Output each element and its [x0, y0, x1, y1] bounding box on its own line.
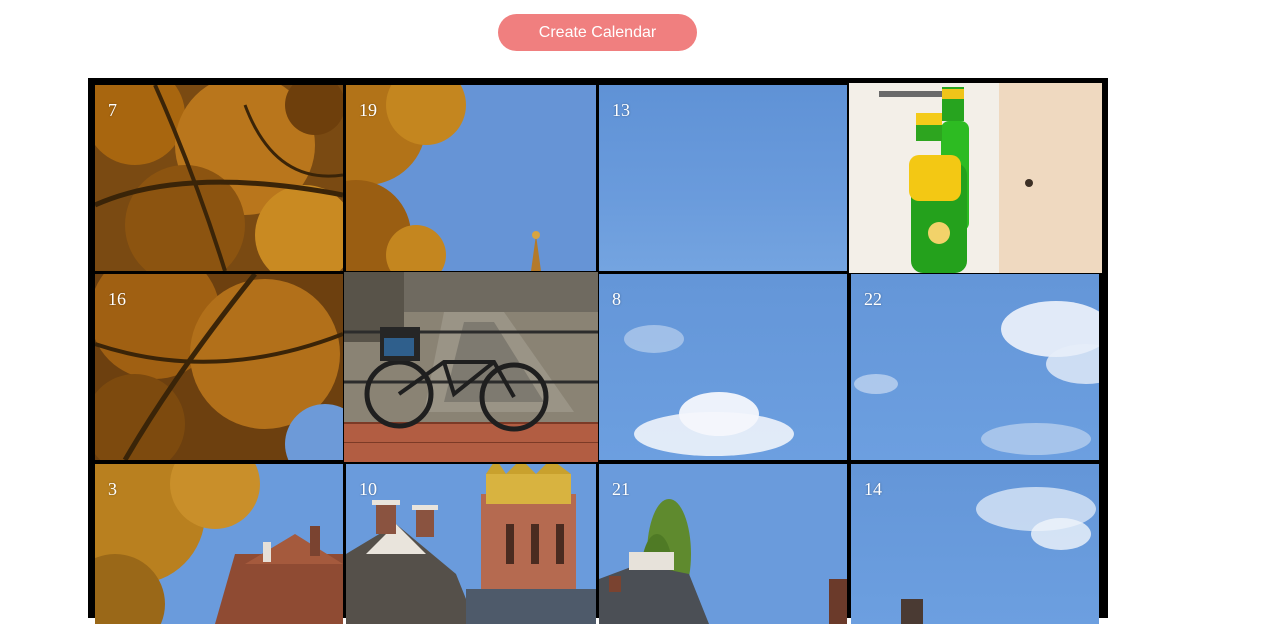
tree-sky-image [346, 85, 596, 271]
poplar-rooftops-image [599, 464, 847, 624]
sky-clouds-image [901, 487, 1096, 624]
door-number: 7 [108, 100, 117, 120]
calendar-door[interactable]: 22 [851, 274, 1099, 460]
door-number: 21 [612, 479, 630, 499]
autumn-tree-image [95, 85, 343, 271]
door-number: 3 [108, 479, 117, 499]
door-number: 10 [359, 479, 377, 499]
calendar-door[interactable]: 14 [851, 464, 1099, 624]
green-bottles-image [849, 83, 1102, 273]
door-number: 14 [864, 479, 882, 499]
calendar-door[interactable]: 3 [95, 464, 343, 624]
door-number: 16 [108, 289, 126, 309]
church-tower-image [346, 464, 596, 624]
calendar-door[interactable]: 10 [346, 464, 596, 624]
calendar-door[interactable]: 16 [95, 274, 343, 460]
calendar-grid: 7 19 13 16 8 22 3 10 21 14 [88, 78, 1108, 624]
door-number: 8 [612, 289, 621, 309]
calendar-door[interactable] [849, 83, 1102, 273]
door-number: 13 [612, 100, 630, 120]
autumn-tree-image [95, 274, 343, 460]
calendar-door[interactable]: 8 [599, 274, 847, 460]
tree-rooftops-image [95, 464, 343, 624]
calendar-door[interactable]: 13 [599, 85, 847, 271]
create-calendar-button[interactable]: Create Calendar [498, 14, 697, 51]
calendar-door[interactable]: 7 [95, 85, 343, 271]
door-number: 22 [864, 289, 882, 309]
calendar-door[interactable]: 19 [346, 85, 596, 271]
bicycle-canal-image [344, 272, 598, 462]
sky-clouds-image [854, 301, 1099, 455]
door-number: 19 [359, 100, 377, 120]
sky-clouds-image [624, 325, 794, 456]
calendar-door[interactable]: 21 [599, 464, 847, 624]
calendar-door[interactable] [344, 272, 598, 462]
